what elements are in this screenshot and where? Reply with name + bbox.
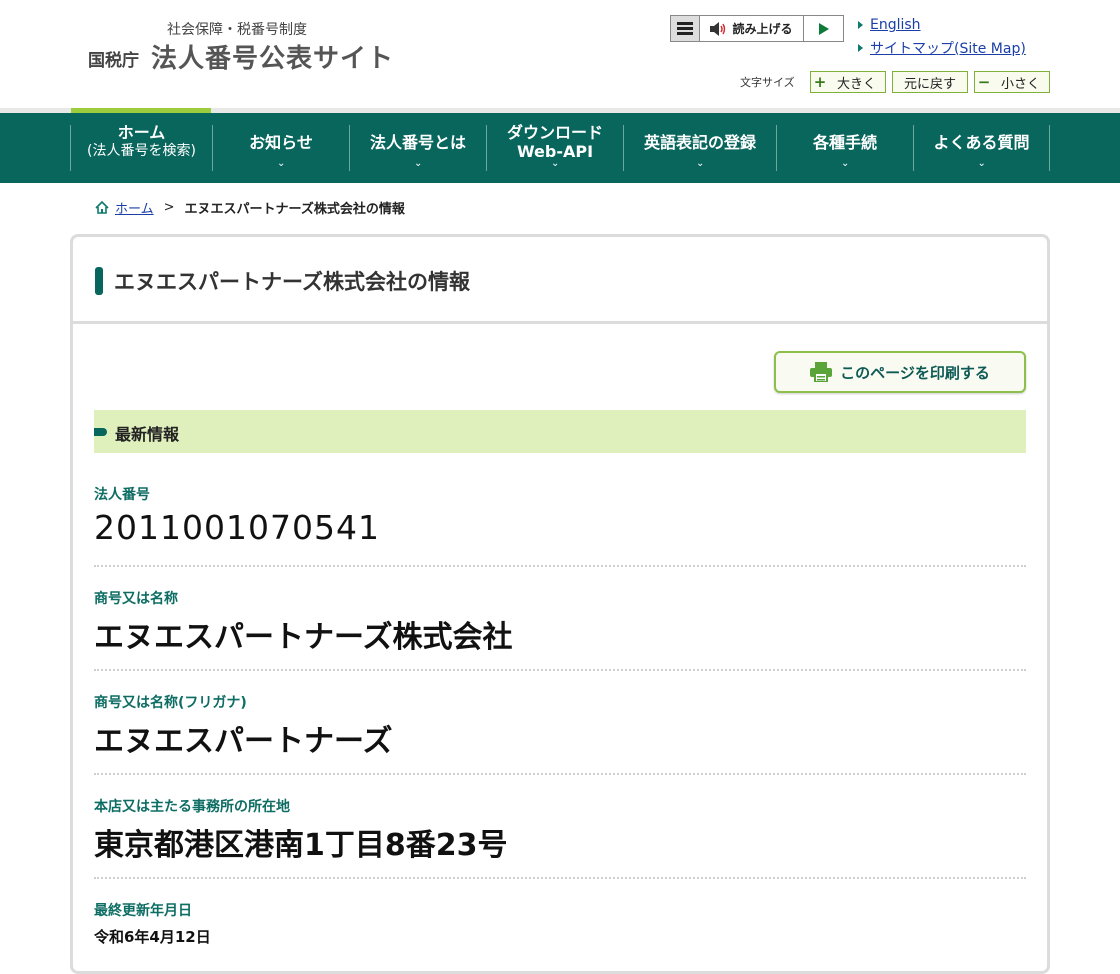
play-icon [818,22,829,35]
site-subtitle: 社会保障・税番号制度 [167,22,307,38]
nav-item-label: 英語表記の登録 [643,132,756,152]
field-separator [94,877,1026,879]
minus-icon: − [977,73,991,91]
field-label: 本店又は主たる事務所の所在地 [94,799,290,815]
section-title: 最新情報 [115,425,180,444]
nav-item-english-registration[interactable]: 英語表記の登録 ⌄ [623,125,776,171]
speaker-icon [710,21,726,36]
field-company-furigana: 商号又は名称(フリガナ) エヌエスパートナーズ [94,692,1026,760]
global-nav: ホーム (法人番号を検索) お知らせ ⌄ 法人番号とは ⌄ ダウンロード Web… [0,113,1120,183]
nav-item-faq[interactable]: よくある質問 ⌄ [913,125,1050,171]
field-separator [94,773,1026,775]
print-page-label: このページを印刷する [840,363,990,382]
read-aloud-label: 読み上げる [732,22,793,36]
sitemap-link-row: サイトマップ(Site Map) [858,38,1026,58]
font-larger-button[interactable]: + 大きく [810,71,886,93]
company-name-value: エヌエスパートナーズ株式会社 [94,620,513,655]
breadcrumb-separator: > [163,200,175,215]
field-separator [94,565,1026,567]
sitemap-link[interactable]: サイトマップ(Site Map) [870,38,1026,58]
chevron-right-icon [858,44,863,52]
chevron-down-icon: ⌄ [551,158,560,169]
corporate-number-value: 2011001070541 [94,508,380,547]
nav-item-label: お知らせ [249,132,313,152]
nav-item-label: 各種手続 [812,132,877,152]
field-label: 商号又は名称(フリガナ) [94,695,247,711]
corporate-info-card: エヌエスパートナーズ株式会社の情報 このページを印刷する 最新情報 法人番号 2… [70,234,1050,974]
breadcrumb-home-link[interactable]: ホーム [115,198,154,217]
card-divider [73,321,1047,324]
nav-item-download[interactable]: ダウンロード Web-API ⌄ [486,123,623,171]
site-header: 社会保障・税番号制度 国税庁 法人番号公表サイト 読み上げる English サ… [0,0,1120,108]
menu-icon [677,22,693,35]
nav-item-home[interactable]: ホーム (法人番号を検索) [70,123,212,171]
print-page-button[interactable]: このページを印刷する [774,351,1026,393]
field-last-updated: 最終更新年月日 令和6年4月12日 [94,900,1026,947]
chevron-down-icon: ⌄ [696,158,705,169]
nav-item-label: よくある質問 [933,132,1030,152]
page-title: エヌエスパートナーズ株式会社の情報 [114,270,470,294]
english-link[interactable]: English [870,17,921,33]
field-label: 商号又は名称 [94,591,178,607]
head-office-address-value: 東京都港区港南1丁目8番23号 [94,828,508,863]
font-reset-button[interactable]: 元に戻す [892,71,968,93]
title-accent-bar [95,267,103,295]
field-company-name: 商号又は名称 エヌエスパートナーズ株式会社 [94,588,1026,656]
nav-item-label: ダウンロード [506,123,603,142]
chevron-down-icon: ⌄ [841,158,850,169]
read-aloud-widget: 読み上げる [670,15,844,42]
field-head-office-address: 本店又は主たる事務所の所在地 東京都港区港南1丁目8番23号 [94,796,1026,864]
nav-item-procedures[interactable]: 各種手続 ⌄ [776,125,913,171]
plus-icon: + [813,73,827,91]
chevron-right-icon [858,21,863,29]
breadcrumb: ホーム > エヌエスパートナーズ株式会社の情報 [95,198,405,217]
font-smaller-button[interactable]: − 小さく [974,71,1050,93]
chevron-down-icon: ⌄ [977,158,986,169]
printer-icon [810,362,833,382]
font-reset-label: 元に戻す [903,76,956,92]
home-icon [95,201,109,214]
field-label: 最終更新年月日 [94,903,192,919]
field-separator [94,669,1026,671]
chevron-down-icon: ⌄ [277,158,286,169]
reader-menu-button[interactable] [671,16,700,41]
last-updated-value: 令和6年4月12日 [94,928,211,946]
nav-item-about[interactable]: 法人番号とは ⌄ [349,125,486,171]
agency-name[interactable]: 国税庁 [88,46,139,71]
nav-item-label: ホーム [117,123,166,142]
reader-play-button[interactable] [804,16,843,41]
font-size-label: 文字サイズ [740,76,795,89]
english-link-row: English [858,17,921,33]
read-aloud-button[interactable]: 読み上げる [700,16,804,41]
field-corporate-number: 法人番号 2011001070541 [94,484,1026,547]
nav-item-sublabel: (法人番号を検索) [87,143,196,159]
nav-item-label: 法人番号とは [369,132,466,152]
font-larger-label: 大きく [837,76,877,92]
nav-item-news[interactable]: お知らせ ⌄ [212,125,349,171]
field-label: 法人番号 [94,487,150,503]
font-smaller-label: 小さく [1001,76,1041,92]
section-marker [94,428,107,436]
breadcrumb-current: エヌエスパートナーズ株式会社の情報 [184,202,405,217]
company-furigana-value: エヌエスパートナーズ [94,724,393,759]
site-title[interactable]: 法人番号公表サイト [151,38,394,75]
chevron-down-icon: ⌄ [414,158,423,169]
section-header-latest: 最新情報 [94,410,1026,453]
